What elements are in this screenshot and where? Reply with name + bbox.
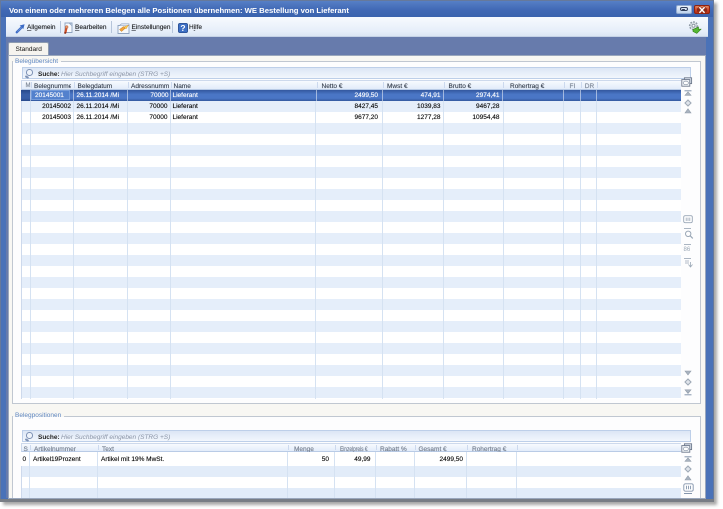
- svg-text:?: ?: [180, 23, 185, 33]
